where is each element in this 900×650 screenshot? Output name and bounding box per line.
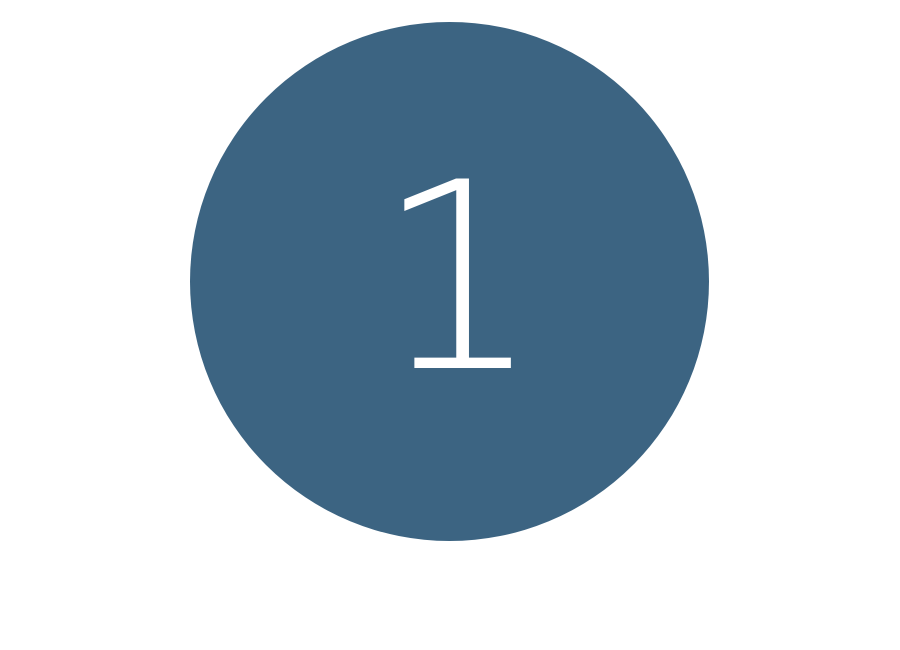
step-circle: 1 [190,22,709,541]
step-badge-canvas: 1 [0,0,900,650]
step-number: 1 [375,127,542,430]
